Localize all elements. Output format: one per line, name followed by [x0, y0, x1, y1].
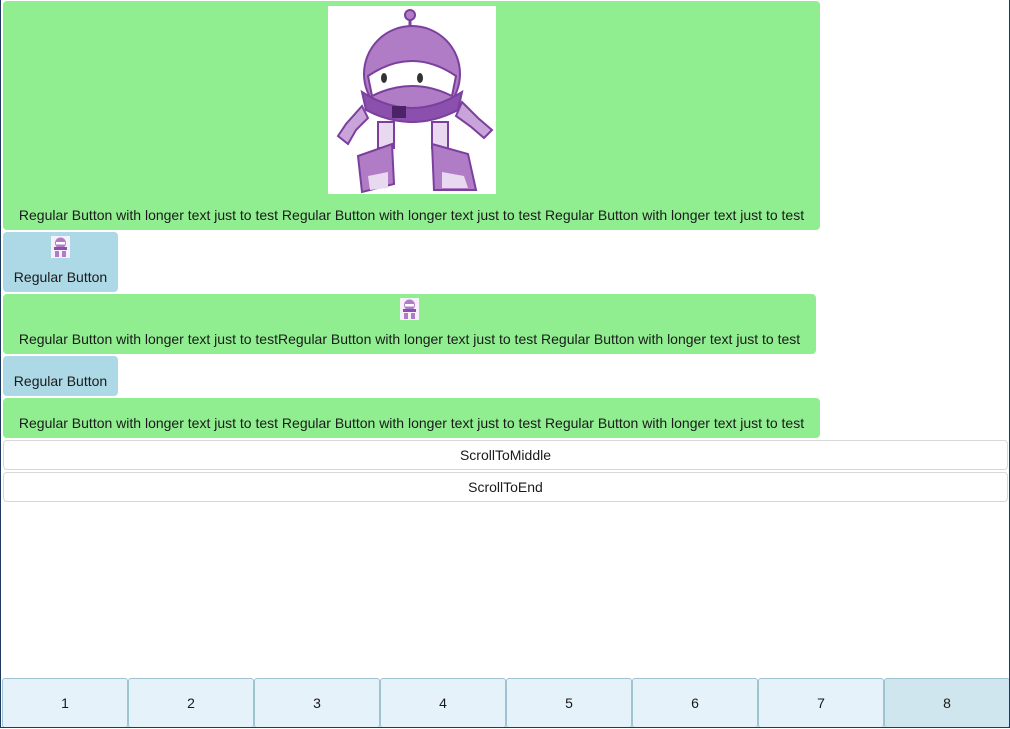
app-window: Regular Button with longer text just to … [0, 0, 1010, 728]
robot-mascot-image [400, 298, 419, 320]
tab-bar: 1 2 3 4 5 6 7 8 [2, 678, 1009, 727]
image-button-long-text[interactable]: Regular Button with longer text just to … [3, 294, 816, 354]
tab-1[interactable]: 1 [2, 678, 128, 727]
tab-4[interactable]: 4 [380, 678, 506, 727]
button-label: Regular Button with longer text just to … [18, 207, 805, 223]
tab-8[interactable]: 8 [884, 678, 1009, 727]
regular-button-long-text[interactable]: Regular Button with longer text just to … [3, 398, 820, 438]
tab-7[interactable]: 7 [758, 678, 884, 727]
image-button-small[interactable]: Regular Button [3, 232, 118, 292]
robot-mascot-image [328, 6, 496, 194]
tab-3[interactable]: 3 [254, 678, 380, 727]
button-label: Regular Button [13, 373, 108, 389]
tab-5[interactable]: 5 [506, 678, 632, 727]
tab-2[interactable]: 2 [128, 678, 254, 727]
scroll-to-middle-button[interactable]: ScrollToMiddle [3, 440, 1008, 470]
button-label: Regular Button with longer text just to … [18, 331, 801, 347]
scroll-to-end-button[interactable]: ScrollToEnd [3, 472, 1008, 502]
button-label: Regular Button [13, 269, 108, 285]
robot-mascot-image [51, 236, 70, 258]
button-label: Regular Button with longer text just to … [18, 415, 805, 431]
image-button-large[interactable]: Regular Button with longer text just to … [3, 1, 820, 230]
regular-button[interactable]: Regular Button [3, 356, 118, 396]
tab-6[interactable]: 6 [632, 678, 758, 727]
